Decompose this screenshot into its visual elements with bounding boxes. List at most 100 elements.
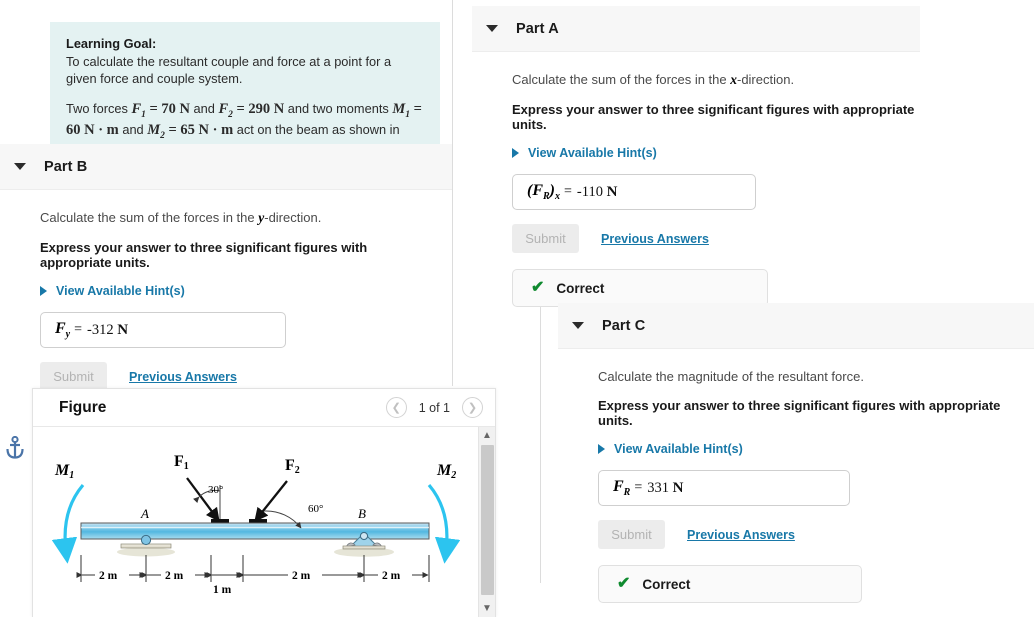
part-a-answer-symbol-sub: R <box>543 191 550 203</box>
part-c-title: Part C <box>602 317 646 334</box>
part-b-answer-field[interactable]: Fy = -312 N <box>40 312 286 348</box>
f2-symbol: F <box>218 100 229 117</box>
part-b-equals: = <box>74 322 83 337</box>
part-a-header[interactable]: Part A <box>472 6 920 52</box>
part-c-actions: Submit Previous Answers <box>598 520 1034 549</box>
part-a-status-label: Correct <box>556 280 605 296</box>
part-a-section: Part A Calculate the sum of the forces i… <box>472 6 920 307</box>
chevron-left-icon[interactable]: ❮ <box>385 397 407 418</box>
part-b-question-post: -direction. <box>264 210 322 225</box>
part-a-submit-button[interactable]: Submit <box>512 224 579 253</box>
part-b-actions: Submit Previous Answers <box>40 362 434 391</box>
beam-diagram: M1 M2 F1 F2 A B 30° 60° 2 m 2 m 1 m 2 m … <box>51 453 461 596</box>
part-a-answer-symbol-main: F <box>532 181 543 199</box>
part-c-question: Calculate the magnitude of the resultant… <box>598 369 864 384</box>
f1-symbol: F <box>131 100 142 117</box>
figure-scrollbar[interactable]: ▲ ▼ <box>478 427 495 617</box>
chevron-down-icon[interactable]: ▼ <box>482 600 492 617</box>
part-a-answer-field[interactable]: (FR)x = -110 N <box>512 174 756 210</box>
part-a-instruction: Express your answer to three significant… <box>512 102 915 132</box>
part-b-title: Part B <box>44 158 88 175</box>
part-a-answer-unit: N <box>606 183 618 200</box>
figure-panel: Figure ❮ 1 of 1 ❯ M1 M2 F1 F2 A B 30° 60… <box>32 388 496 617</box>
goal-mid-3: and <box>118 122 148 138</box>
part-a-title: Part A <box>516 20 559 37</box>
part-c-submit-button[interactable]: Submit <box>598 520 665 549</box>
f1-value: = 70 N <box>145 100 190 117</box>
caret-down-icon[interactable] <box>572 322 584 329</box>
chevron-up-icon[interactable]: ▲ <box>482 427 492 444</box>
scrollbar-thumb[interactable] <box>481 445 494 595</box>
part-a-question-var: x <box>730 72 737 87</box>
part-b-hint-label: View Available Hint(s) <box>56 284 185 298</box>
dim-label-5: 2 m <box>382 570 401 582</box>
part-b-answer-value: -312 <box>87 321 114 338</box>
page-root: Learning Goal: To calculate the resultan… <box>0 0 1034 617</box>
part-b-answer-symbol-sub: y <box>65 329 71 341</box>
part-b-answer-value-group: -312 N <box>87 322 128 339</box>
part-a-question-pre: Calculate the sum of the forces in the <box>512 72 731 87</box>
part-c-answer-symbol-sub: R <box>623 487 631 499</box>
part-c-instruction: Express your answer to three significant… <box>598 398 1001 428</box>
dim-label-3: 1 m <box>213 584 232 596</box>
part-a-question-post: -direction. <box>736 72 795 87</box>
caret-right-icon <box>598 444 605 454</box>
label-angle-30: 30° <box>208 484 223 496</box>
learning-goal-title: Learning Goal: <box>66 36 157 51</box>
figure-panel-title: Figure <box>59 398 107 416</box>
part-a-status-badge: ✔ Correct <box>512 269 768 307</box>
figure-counter: 1 of 1 <box>418 400 450 415</box>
m1-symbol: M <box>392 100 406 117</box>
part-b-hints-toggle[interactable]: View Available Hint(s) <box>40 284 434 298</box>
part-b-previous-answers-link[interactable]: Previous Answers <box>129 370 237 384</box>
figure-canvas: M1 M2 F1 F2 A B 30° 60° 2 m 2 m 1 m 2 m … <box>33 427 495 617</box>
chevron-right-icon[interactable]: ❯ <box>462 397 483 418</box>
caret-right-icon <box>512 148 519 158</box>
f2-value: = 290 N <box>232 100 285 117</box>
part-b-submit-button[interactable]: Submit <box>40 362 107 391</box>
dim-label-1: 2 m <box>99 570 118 582</box>
part-b-question: Calculate the sum of the forces in the y… <box>40 210 434 226</box>
label-point-a: A <box>140 506 149 521</box>
part-b-answer-unit: N <box>117 321 129 338</box>
part-b-answer-symbol-main: F <box>55 319 66 337</box>
column-divider-left <box>452 0 453 386</box>
part-a-previous-answers-link[interactable]: Previous Answers <box>601 232 709 246</box>
part-c-status-label: Correct <box>642 576 691 592</box>
part-c-hint-label: View Available Hint(s) <box>614 442 743 456</box>
goal-mid-1: and <box>189 100 219 116</box>
part-b-header[interactable]: Part B <box>0 144 452 190</box>
part-c-hints-toggle[interactable]: View Available Hint(s) <box>598 442 1034 456</box>
part-c-header[interactable]: Part C <box>558 303 1034 349</box>
caret-down-icon[interactable] <box>14 163 26 170</box>
part-c-equals: = <box>634 480 643 495</box>
label-angle-60: 60° <box>308 503 323 515</box>
label-point-b: B <box>358 506 366 521</box>
part-c-answer-field[interactable]: FR = 331 N <box>598 470 850 506</box>
caret-right-icon <box>40 286 47 296</box>
part-c-previous-answers-link[interactable]: Previous Answers <box>687 528 795 542</box>
part-a-actions: Submit Previous Answers <box>512 224 920 253</box>
part-c-answer-unit: N <box>672 479 684 496</box>
part-c-answer-value-group: 331 N <box>647 480 683 497</box>
part-a-question: Calculate the sum of the forces in the x… <box>512 72 920 88</box>
part-c-answer-value: 331 <box>647 479 669 496</box>
part-a-hints-toggle[interactable]: View Available Hint(s) <box>512 146 920 160</box>
caret-down-icon[interactable] <box>486 25 498 32</box>
part-c-answer-symbol: FR <box>613 478 630 498</box>
m2-symbol: M <box>147 122 161 139</box>
dim-label-2: 2 m <box>165 570 184 582</box>
part-c-section: Part C Calculate the magnitude of the re… <box>558 303 1034 603</box>
part-c-status-badge: ✔ Correct <box>598 565 862 603</box>
m2-value: = 65 N · m <box>164 122 234 139</box>
label-f2: F2 <box>285 457 300 476</box>
figure-navigation: ❮ 1 of 1 ❯ <box>385 397 483 418</box>
goal-mid-2: and two moments <box>284 100 393 116</box>
part-a-equals: = <box>564 184 572 199</box>
part-b-question-pre: Calculate the sum of the forces in the <box>40 210 259 225</box>
part-b-instruction: Express your answer to three significant… <box>40 240 368 270</box>
check-icon: ✔ <box>531 279 545 296</box>
label-f1: F1 <box>174 453 189 472</box>
part-a-answer-symbol: (FR)x <box>527 181 560 203</box>
part-b-answer-symbol: Fy <box>55 320 70 340</box>
